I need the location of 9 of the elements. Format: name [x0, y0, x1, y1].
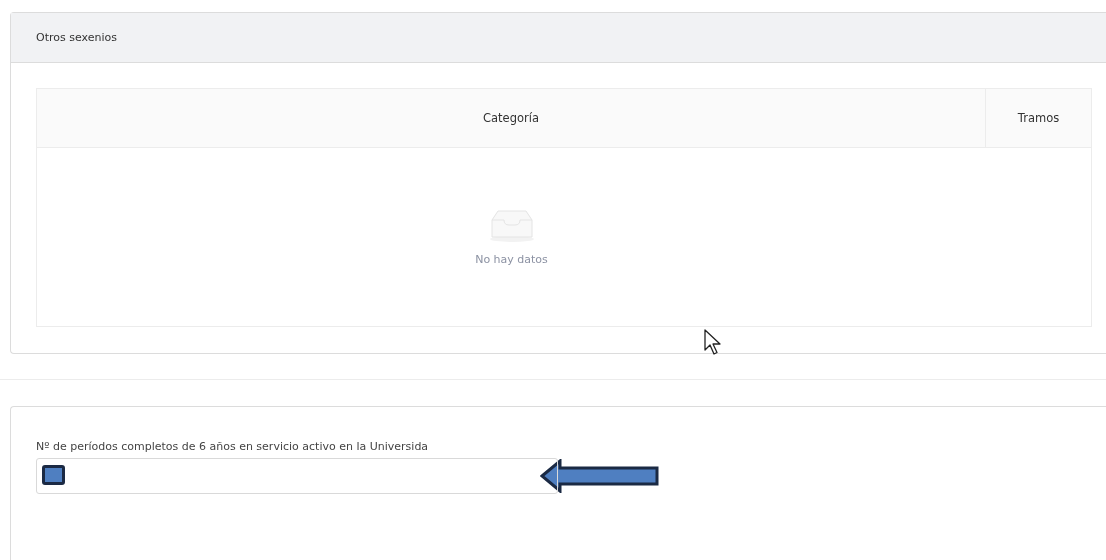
marker-square — [42, 465, 65, 485]
input-field[interactable] — [36, 458, 558, 494]
column-header: Categoría — [482, 110, 540, 127]
annotation-arrow-icon — [540, 459, 660, 493]
field-label: Nº de períodos completos de 6 años en servicio activo en la Universida — [36, 440, 430, 453]
empty-message: No hay datos — [475, 252, 548, 266]
column-header: Tramos — [985, 89, 1091, 147]
empty-inbox-icon — [488, 208, 535, 243]
panel-title: Otros sexenios — [36, 31, 117, 44]
